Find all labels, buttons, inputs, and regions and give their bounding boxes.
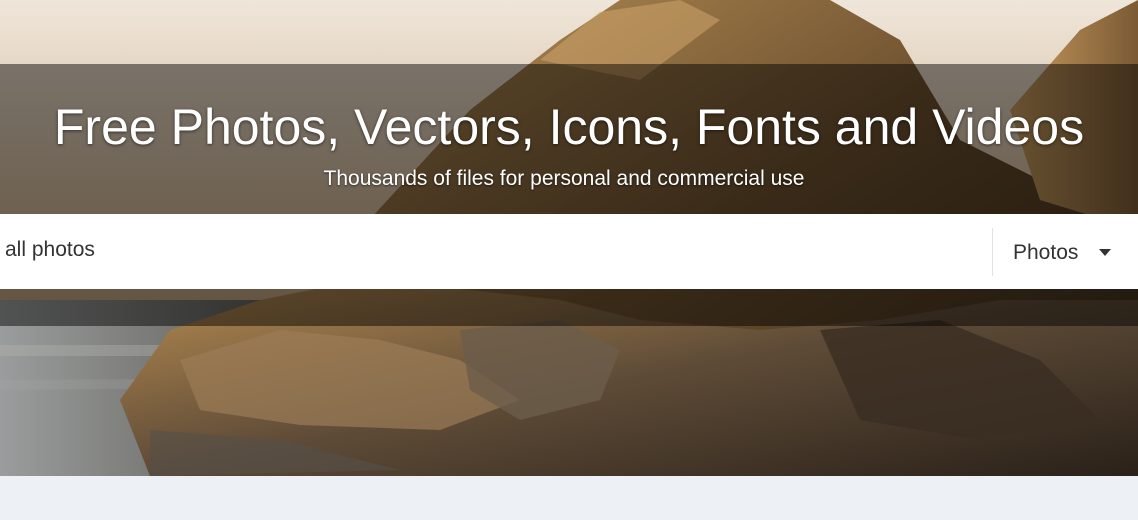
resource-type-select[interactable]: Photos [992,228,1138,276]
page-subtitle: Thousands of files for personal and comm… [323,167,805,190]
search-bar: Photos [0,214,1138,289]
page-title: Free Photos, Vectors, Icons, Fonts and V… [53,99,1085,155]
content-area [0,476,1138,520]
resource-type-label: Photos [1013,241,1079,264]
hero-banner: Free Photos, Vectors, Icons, Fonts and V… [0,0,1138,476]
caret-down-icon [1099,249,1111,256]
search-input[interactable] [0,214,980,289]
